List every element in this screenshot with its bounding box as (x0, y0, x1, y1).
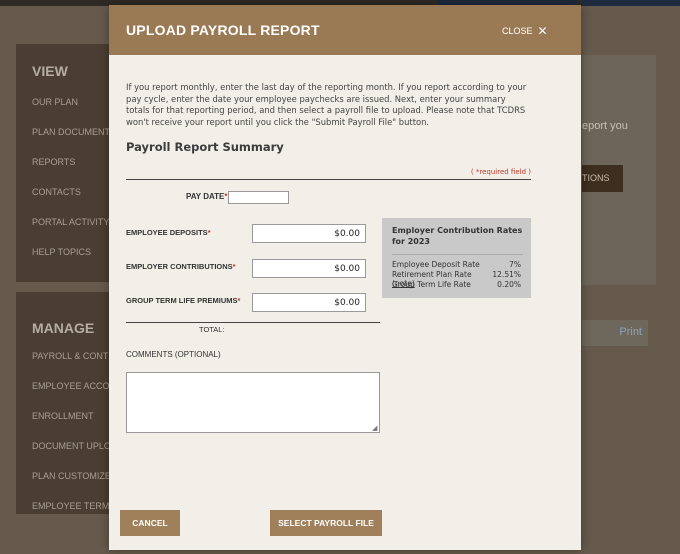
rate-label: Employee Deposit Rate (392, 260, 480, 269)
required-note: ( *required field ) (470, 168, 531, 176)
rate-row-group-term-life: Group Term Life Rate 0.20% (392, 280, 521, 289)
sidebar-item-employee-terminations[interactable]: EMPLOYEE TERMINATIONS (32, 501, 116, 511)
group-term-life-input[interactable]: $0.00 (252, 293, 366, 312)
close-button[interactable]: CLOSE ✕ (502, 25, 548, 37)
required-asterisk: * (237, 296, 241, 305)
modal-title: UPLOAD PAYROLL REPORT (126, 22, 320, 38)
rate-label: Retirement Plan Rate (392, 270, 472, 279)
sidebar-separator (16, 282, 116, 292)
sidebar-item-document-uploads[interactable]: DOCUMENT UPLOADS (32, 441, 116, 451)
pay-date-label: PAY DATE* (186, 192, 228, 201)
employee-deposits-input[interactable]: $0.00 (252, 224, 366, 243)
contribution-rates-box: Employer Contribution Rates for 2023 Emp… (382, 218, 531, 298)
sidebar-item-employee-accounts[interactable]: EMPLOYEE ACCOUNTS (32, 381, 116, 391)
rate-value: 0.20% (497, 280, 521, 289)
sidebar-item-contacts[interactable]: CONTACTS (32, 187, 116, 197)
sidebar-item-plan-customizer[interactable]: PLAN CUSTOMIZER (32, 471, 116, 481)
sidebar-item-enrollment[interactable]: ENROLLMENT (32, 411, 116, 421)
rate-value: 7% (509, 260, 521, 269)
background-print-bar: Print (582, 320, 648, 346)
modal-header: UPLOAD PAYROLL REPORT CLOSE ✕ (109, 5, 581, 55)
upload-payroll-modal: UPLOAD PAYROLL REPORT CLOSE ✕ If you rep… (109, 5, 581, 550)
sidebar-item-portal-activity[interactable]: PORTAL ACTIVITY (32, 217, 116, 227)
sidebar-item-reports[interactable]: REPORTS (32, 157, 116, 167)
pay-date-label-text: PAY DATE (186, 192, 225, 201)
close-x-icon: ✕ (537, 24, 548, 38)
sidebar-item-payroll[interactable]: PAYROLL & CONTRIBUTIONS (32, 351, 116, 361)
background-panel: eport you TIONS (582, 55, 656, 285)
total-label: TOTAL: (199, 325, 225, 334)
required-asterisk: * (232, 262, 236, 271)
intro-text: If you report monthly, enter the last da… (126, 82, 527, 127)
employee-deposits-label-text: EMPLOYEE DEPOSITS (126, 228, 208, 237)
sidebar-item-plan-documents[interactable]: PLAN DOCUMENTS (32, 127, 116, 137)
group-term-life-label: GROUP TERM LIFE PREMIUMS* (126, 296, 240, 305)
employer-contributions-label-text: EMPLOYER CONTRIBUTIONS (126, 262, 233, 271)
comments-label: COMMENTS (OPTIONAL) (126, 350, 221, 359)
section-divider (126, 179, 531, 180)
sidebar-item-help-topics[interactable]: HELP TOPICS (32, 247, 116, 257)
rate-label: Group Term Life Rate (392, 280, 471, 289)
section-title: Payroll Report Summary (126, 140, 284, 154)
background-panel-button[interactable]: TIONS (582, 165, 623, 192)
print-link[interactable]: Print (619, 326, 642, 338)
total-divider (126, 322, 380, 323)
employer-contributions-label: EMPLOYER CONTRIBUTIONS* (126, 262, 236, 271)
pay-date-input[interactable] (228, 191, 289, 204)
employee-deposits-label: EMPLOYEE DEPOSITS* (126, 228, 211, 237)
employer-contributions-input[interactable]: $0.00 (252, 259, 366, 278)
sidebar-manage-title: MANAGE (32, 320, 95, 336)
comments-textarea[interactable] (126, 372, 380, 433)
cancel-button[interactable]: CANCEL (120, 510, 180, 536)
resize-handle-icon[interactable]: ◢ (372, 425, 580, 549)
required-asterisk: * (207, 228, 211, 237)
sidebar-view-title: VIEW (32, 63, 68, 79)
sidebar-item-our-plan[interactable]: OUR PLAN (32, 97, 116, 107)
rates-title: Employer Contribution Rates for 2023 (392, 226, 523, 246)
rate-row-employee-deposit: Employee Deposit Rate 7% (392, 260, 521, 269)
background-panel-text: eport you (582, 120, 628, 132)
close-label: CLOSE (502, 26, 533, 36)
rates-divider (392, 254, 523, 255)
select-payroll-file-button[interactable]: SELECT PAYROLL FILE (270, 510, 382, 536)
sidebar: VIEW OUR PLAN PLAN DOCUMENTS REPORTS CON… (16, 44, 116, 514)
group-term-life-label-text: GROUP TERM LIFE PREMIUMS (126, 296, 238, 305)
